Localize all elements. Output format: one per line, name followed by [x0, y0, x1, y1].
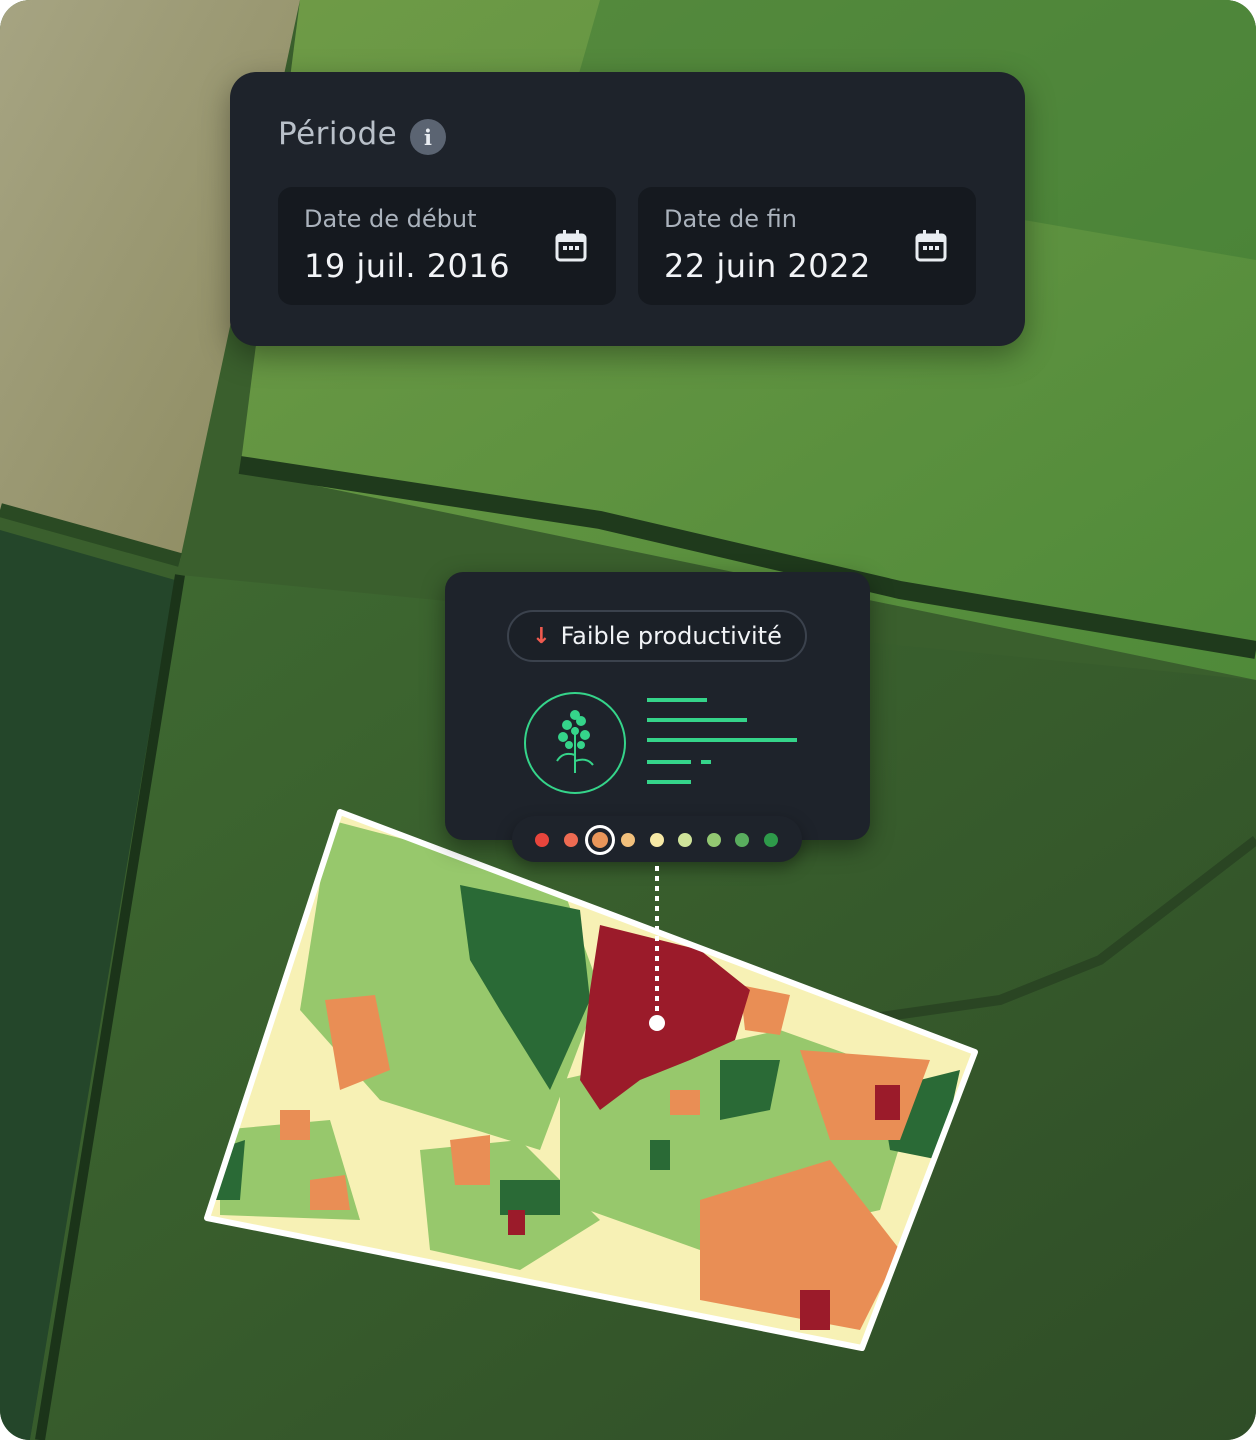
- scale-dot[interactable]: [621, 833, 635, 847]
- scale-dot[interactable]: [764, 833, 778, 847]
- scale-dot[interactable]: [650, 833, 664, 847]
- calendar-icon[interactable]: [554, 229, 588, 263]
- scale-dot[interactable]: [707, 833, 721, 847]
- calendar-icon[interactable]: [914, 229, 948, 263]
- map-pin[interactable]: [649, 1015, 665, 1031]
- end-date-value: 22 juin 2022: [664, 247, 871, 285]
- start-date-label: Date de début: [304, 205, 477, 233]
- start-date-field[interactable]: Date de début 19 juil. 2016: [278, 187, 616, 305]
- scale-dot[interactable]: [535, 833, 549, 847]
- end-date-field[interactable]: Date de fin 22 juin 2022: [638, 187, 976, 305]
- info-icon[interactable]: i: [410, 119, 446, 155]
- scale-dot[interactable]: [735, 833, 749, 847]
- popup-connector: [655, 866, 659, 1022]
- periode-title: Période: [278, 116, 398, 152]
- scale-dot-selected[interactable]: [592, 832, 608, 848]
- start-date-value: 19 juil. 2016: [304, 247, 511, 285]
- periode-panel: Période i Date de début 19 juil. 2016 Da…: [230, 72, 1025, 346]
- end-date-label: Date de fin: [664, 205, 797, 233]
- productivity-scale[interactable]: [512, 816, 802, 862]
- productivity-popup: ↓ Faible productivité: [445, 572, 870, 840]
- productivity-badge-label: Faible productivité: [560, 622, 782, 650]
- scale-dot[interactable]: [678, 833, 692, 847]
- plant-icon: [524, 692, 626, 794]
- scale-dot[interactable]: [564, 833, 578, 847]
- map-view[interactable]: Période i Date de début 19 juil. 2016 Da…: [0, 0, 1256, 1440]
- info-placeholder-lines: [647, 698, 797, 784]
- productivity-badge: ↓ Faible productivité: [507, 610, 807, 662]
- arrow-down-icon: ↓: [532, 623, 551, 649]
